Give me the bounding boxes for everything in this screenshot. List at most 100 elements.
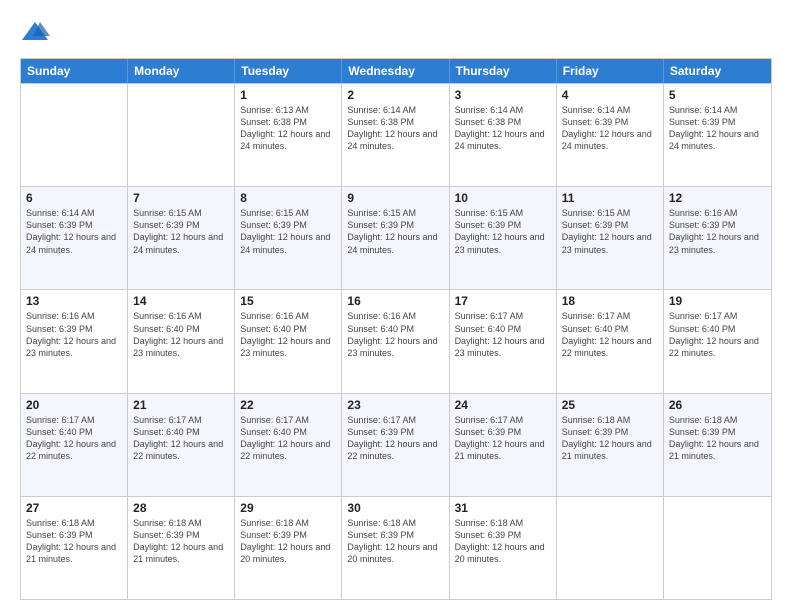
day-info: Sunrise: 6:17 AMSunset: 6:40 PMDaylight:… [455, 310, 551, 359]
day-info: Sunrise: 6:18 AMSunset: 6:39 PMDaylight:… [240, 517, 336, 566]
day-info: Sunrise: 6:18 AMSunset: 6:39 PMDaylight:… [455, 517, 551, 566]
page: SundayMondayTuesdayWednesdayThursdayFrid… [0, 0, 792, 612]
calendar: SundayMondayTuesdayWednesdayThursdayFrid… [20, 58, 772, 600]
logo-icon [20, 18, 50, 48]
day-info: Sunrise: 6:13 AMSunset: 6:38 PMDaylight:… [240, 104, 336, 153]
day-info: Sunrise: 6:17 AMSunset: 6:39 PMDaylight:… [347, 414, 443, 463]
day-number: 27 [26, 501, 122, 515]
calendar-cell: 28Sunrise: 6:18 AMSunset: 6:39 PMDayligh… [128, 497, 235, 599]
day-info: Sunrise: 6:17 AMSunset: 6:39 PMDaylight:… [455, 414, 551, 463]
calendar-header-cell: Sunday [21, 59, 128, 83]
day-info: Sunrise: 6:15 AMSunset: 6:39 PMDaylight:… [562, 207, 658, 256]
calendar-cell-empty [21, 84, 128, 186]
calendar-cell-empty [664, 497, 771, 599]
day-number: 3 [455, 88, 551, 102]
day-number: 14 [133, 294, 229, 308]
calendar-cell-empty [128, 84, 235, 186]
calendar-week-row: 13 Sunrise: 6:16 AMSunset: 6:39 PMDayligh… [21, 289, 771, 392]
day-info: Sunrise: 6:18 AMSunset: 6:39 PMDaylight:… [669, 414, 766, 463]
header [20, 18, 772, 48]
day-number: 20 [26, 398, 122, 412]
day-number: 12 [669, 191, 766, 205]
calendar-cell: 29 Sunrise: 6:18 AMSunset: 6:39 PMDayligh… [235, 497, 342, 599]
calendar-cell: 4Sunrise: 6:14 AMSunset: 6:39 PMDaylight… [557, 84, 664, 186]
day-number: 17 [455, 294, 551, 308]
calendar-week-row: 1 Sunrise: 6:13 AMSunset: 6:38 PMDaylight… [21, 83, 771, 186]
day-info: Sunrise: 6:17 AMSunset: 6:40 PMDaylight:… [26, 414, 122, 463]
day-number: 29 [240, 501, 336, 515]
calendar-cell: 16 Sunrise: 6:16 AMSunset: 6:40 PMDayligh… [342, 290, 449, 392]
calendar-week-row: 27 Sunrise: 6:18 AMSunset: 6:39 PMDayligh… [21, 496, 771, 599]
day-info: Sunrise: 6:17 AMSunset: 6:40 PMDaylight:… [669, 310, 766, 359]
calendar-cell: 25Sunrise: 6:18 AMSunset: 6:39 PMDayligh… [557, 394, 664, 496]
day-info: Sunrise: 6:16 AMSunset: 6:40 PMDaylight:… [347, 310, 443, 359]
calendar-cell-empty [557, 497, 664, 599]
day-number: 7 [133, 191, 229, 205]
day-info: Sunrise: 6:16 AMSunset: 6:40 PMDaylight:… [133, 310, 229, 359]
day-number: 1 [240, 88, 336, 102]
calendar-cell: 14 Sunrise: 6:16 AMSunset: 6:40 PMDayligh… [128, 290, 235, 392]
calendar-cell: 3 Sunrise: 6:14 AMSunset: 6:38 PMDaylight… [450, 84, 557, 186]
calendar-cell: 27 Sunrise: 6:18 AMSunset: 6:39 PMDayligh… [21, 497, 128, 599]
day-number: 25 [562, 398, 658, 412]
calendar-cell: 7 Sunrise: 6:15 AMSunset: 6:39 PMDaylight… [128, 187, 235, 289]
calendar-header-cell: Friday [557, 59, 664, 83]
day-number: 13 [26, 294, 122, 308]
day-number: 2 [347, 88, 443, 102]
calendar-cell: 19 Sunrise: 6:17 AMSunset: 6:40 PMDayligh… [664, 290, 771, 392]
calendar-cell: 26 Sunrise: 6:18 AMSunset: 6:39 PMDayligh… [664, 394, 771, 496]
day-number: 16 [347, 294, 443, 308]
day-number: 22 [240, 398, 336, 412]
day-number: 26 [669, 398, 766, 412]
day-info: Sunrise: 6:16 AMSunset: 6:40 PMDaylight:… [240, 310, 336, 359]
day-info: Sunrise: 6:17 AMSunset: 6:40 PMDaylight:… [240, 414, 336, 463]
day-info: Sunrise: 6:16 AMSunset: 6:39 PMDaylight:… [26, 310, 122, 359]
day-info: Sunrise: 6:14 AMSunset: 6:39 PMDaylight:… [26, 207, 122, 256]
calendar-cell: 8 Sunrise: 6:15 AMSunset: 6:39 PMDaylight… [235, 187, 342, 289]
calendar-cell: 20 Sunrise: 6:17 AMSunset: 6:40 PMDayligh… [21, 394, 128, 496]
calendar-cell: 5Sunrise: 6:14 AMSunset: 6:39 PMDaylight… [664, 84, 771, 186]
day-info: Sunrise: 6:18 AMSunset: 6:39 PMDaylight:… [133, 517, 229, 566]
calendar-header-cell: Monday [128, 59, 235, 83]
calendar-cell: 17 Sunrise: 6:17 AMSunset: 6:40 PMDayligh… [450, 290, 557, 392]
day-info: Sunrise: 6:15 AMSunset: 6:39 PMDaylight:… [455, 207, 551, 256]
day-number: 11 [562, 191, 658, 205]
day-number: 8 [240, 191, 336, 205]
day-number: 15 [240, 294, 336, 308]
logo [20, 18, 54, 48]
calendar-header-row: SundayMondayTuesdayWednesdayThursdayFrid… [21, 59, 771, 83]
calendar-cell: 30 Sunrise: 6:18 AMSunset: 6:39 PMDayligh… [342, 497, 449, 599]
calendar-body: 1 Sunrise: 6:13 AMSunset: 6:38 PMDaylight… [21, 83, 771, 599]
day-info: Sunrise: 6:17 AMSunset: 6:40 PMDaylight:… [562, 310, 658, 359]
calendar-cell: 15 Sunrise: 6:16 AMSunset: 6:40 PMDayligh… [235, 290, 342, 392]
day-number: 9 [347, 191, 443, 205]
calendar-cell: 24 Sunrise: 6:17 AMSunset: 6:39 PMDayligh… [450, 394, 557, 496]
day-number: 31 [455, 501, 551, 515]
calendar-cell: 18 Sunrise: 6:17 AMSunset: 6:40 PMDayligh… [557, 290, 664, 392]
day-info: Sunrise: 6:16 AMSunset: 6:39 PMDaylight:… [669, 207, 766, 256]
day-number: 24 [455, 398, 551, 412]
day-info: Sunrise: 6:15 AMSunset: 6:39 PMDaylight:… [347, 207, 443, 256]
day-info: Sunrise: 6:15 AMSunset: 6:39 PMDaylight:… [133, 207, 229, 256]
calendar-cell: 6 Sunrise: 6:14 AMSunset: 6:39 PMDaylight… [21, 187, 128, 289]
day-info: Sunrise: 6:18 AMSunset: 6:39 PMDaylight:… [347, 517, 443, 566]
calendar-header-cell: Thursday [450, 59, 557, 83]
calendar-cell: 23Sunrise: 6:17 AMSunset: 6:39 PMDayligh… [342, 394, 449, 496]
calendar-cell: 21 Sunrise: 6:17 AMSunset: 6:40 PMDayligh… [128, 394, 235, 496]
day-number: 19 [669, 294, 766, 308]
day-info: Sunrise: 6:14 AMSunset: 6:39 PMDaylight:… [669, 104, 766, 153]
day-number: 30 [347, 501, 443, 515]
day-number: 21 [133, 398, 229, 412]
day-number: 18 [562, 294, 658, 308]
day-number: 10 [455, 191, 551, 205]
day-info: Sunrise: 6:14 AMSunset: 6:38 PMDaylight:… [347, 104, 443, 153]
day-info: Sunrise: 6:17 AMSunset: 6:40 PMDaylight:… [133, 414, 229, 463]
calendar-week-row: 20 Sunrise: 6:17 AMSunset: 6:40 PMDayligh… [21, 393, 771, 496]
day-info: Sunrise: 6:14 AMSunset: 6:38 PMDaylight:… [455, 104, 551, 153]
day-number: 6 [26, 191, 122, 205]
day-info: Sunrise: 6:18 AMSunset: 6:39 PMDaylight:… [26, 517, 122, 566]
calendar-cell: 31 Sunrise: 6:18 AMSunset: 6:39 PMDayligh… [450, 497, 557, 599]
calendar-header-cell: Saturday [664, 59, 771, 83]
calendar-cell: 11 Sunrise: 6:15 AMSunset: 6:39 PMDayligh… [557, 187, 664, 289]
day-info: Sunrise: 6:15 AMSunset: 6:39 PMDaylight:… [240, 207, 336, 256]
